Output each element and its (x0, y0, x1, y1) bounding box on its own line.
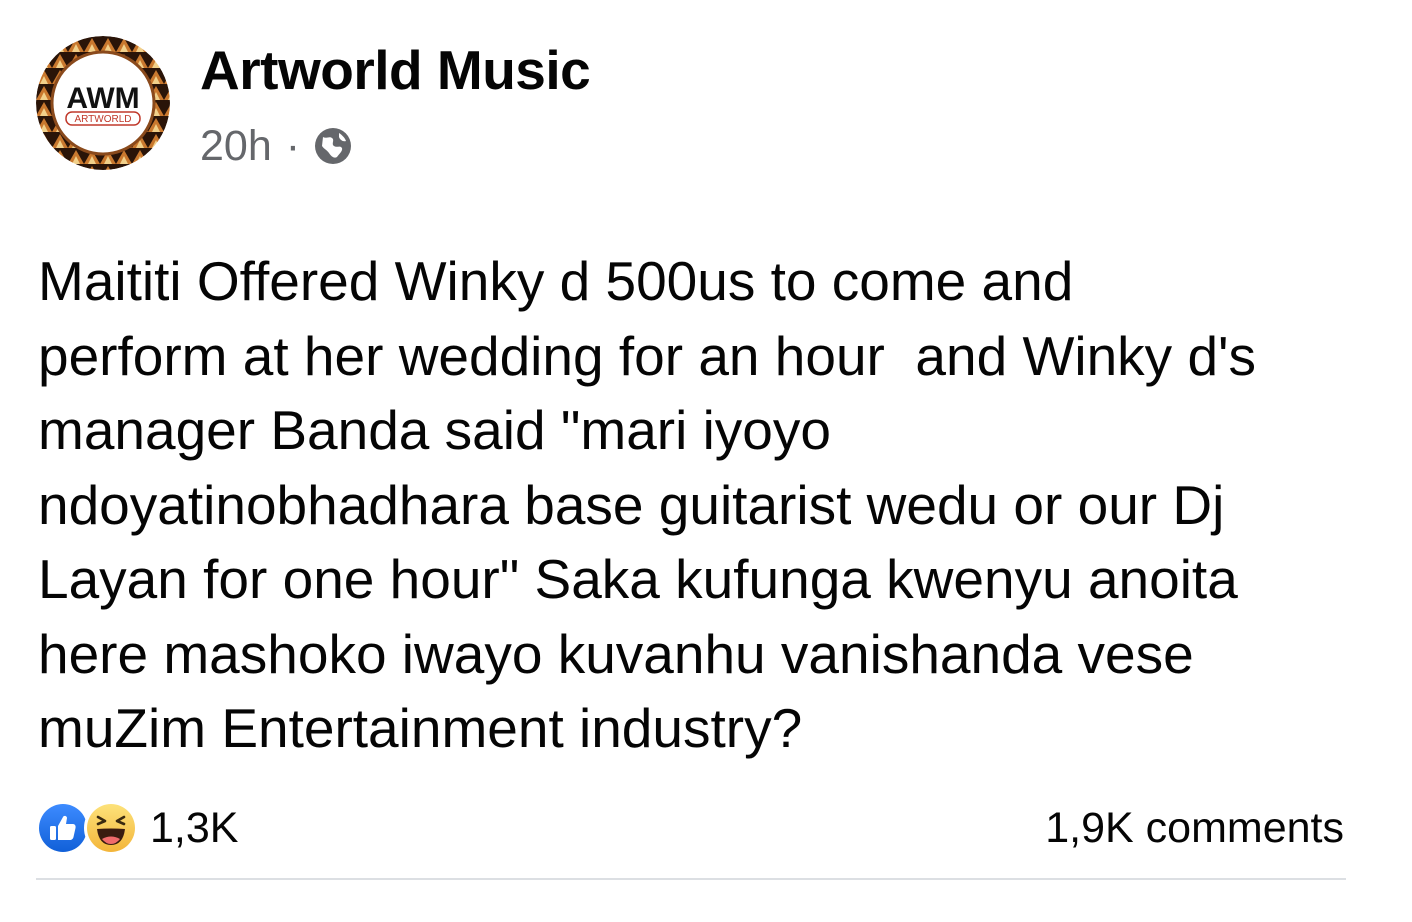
facebook-post: AWM ARTWORLD Artworld Music 20h · Maitit… (0, 0, 1412, 922)
reaction-count: 1,3K (150, 803, 239, 852)
post-body-text: Maititi Offered Winky d 500us to come an… (38, 250, 1257, 759)
like-icon (36, 801, 90, 855)
globe-icon[interactable] (312, 125, 354, 167)
post-timestamp[interactable]: 20h (200, 122, 272, 171)
haha-icon (84, 801, 138, 855)
avatar-logo-text: AWM (66, 82, 139, 115)
avatar-subtext: ARTWORLD (74, 114, 131, 125)
post-meta: 20h · (200, 118, 354, 174)
reactions-summary[interactable]: 1,3K (36, 800, 238, 856)
meta-separator: · (285, 121, 301, 170)
artworld-logo: AWM ARTWORLD (36, 36, 170, 170)
comments-count-link[interactable]: 1,9K comments (1045, 800, 1344, 856)
page-avatar[interactable]: AWM ARTWORLD (36, 36, 170, 170)
divider (36, 878, 1346, 880)
author-name[interactable]: Artworld Music (200, 38, 591, 102)
